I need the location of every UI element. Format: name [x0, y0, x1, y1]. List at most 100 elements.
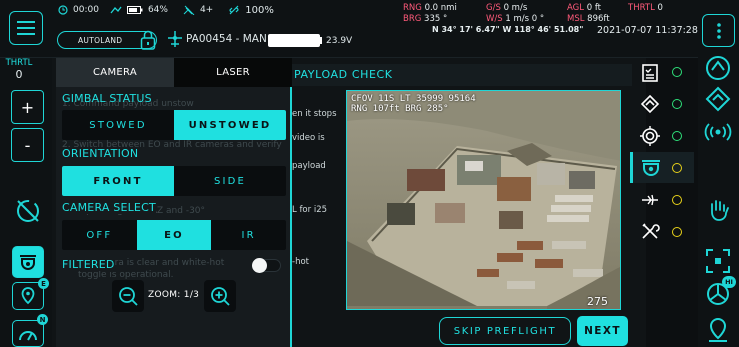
gimbal-status-label: GIMBAL STATUS — [62, 92, 152, 105]
autoland-label: AUTOLAND — [78, 35, 123, 45]
autoland-button[interactable]: AUTOLAND — [57, 29, 158, 51]
instruction-line: payload — [292, 161, 326, 171]
brg-label: BRG — [403, 14, 422, 24]
satellite-icon — [183, 5, 195, 15]
page-title: PAYLOAD CHECK — [294, 68, 393, 81]
laser-burst-icon — [640, 192, 660, 208]
compass-icon[interactable] — [704, 54, 732, 82]
msl-value: 896ft — [587, 14, 610, 24]
voltage-value: 23.9V — [326, 36, 353, 46]
camera-option-ir[interactable]: IR — [211, 220, 286, 250]
telemetry-rng: RNG 0.0 nmi — [403, 3, 457, 13]
tab-camera[interactable]: CAMERA — [56, 58, 174, 87]
gauge-icon — [18, 327, 38, 341]
checklist-item-tools[interactable] — [630, 216, 694, 247]
thrtl-rail-value: 0 — [15, 68, 23, 81]
next-button[interactable]: NEXT — [577, 316, 628, 346]
orientation-option-side[interactable]: SIDE — [174, 166, 286, 196]
thrtl-rail-label: THRTL — [5, 58, 33, 68]
payload-control-panel: CAMERA LASER 1. Command payload unstow G… — [56, 58, 292, 347]
throttle-up-button[interactable]: + — [11, 90, 44, 124]
more-menu-button[interactable] — [702, 14, 735, 47]
check-pending-icon — [672, 195, 682, 205]
lock-icon — [138, 29, 158, 51]
drone-battery-icon — [110, 6, 122, 15]
camera-feed[interactable]: CFOV 11S LT 35999 95164 RNG 107ft BRG 28… — [346, 90, 621, 310]
camera-select-label: CAMERA SELECT — [62, 201, 156, 214]
check-done-icon — [672, 67, 682, 77]
status-row: 00:00 64% 4+ 100% — [58, 4, 274, 16]
telemetry-agl: AGL 0 ft — [567, 3, 601, 13]
camera-option-eo[interactable]: EO — [136, 220, 212, 250]
clock-icon — [58, 5, 68, 15]
location-pin-icon — [20, 286, 36, 306]
target-icon — [640, 126, 660, 146]
voltage-bar-tip — [320, 37, 322, 44]
waypoint-diamond-icon[interactable] — [704, 85, 732, 113]
gimbal-option-stowed[interactable]: STOWED — [62, 110, 174, 140]
broadcast-icon[interactable] — [704, 120, 732, 144]
target-frame-icon[interactable] — [704, 247, 732, 275]
link-value: 100% — [245, 4, 274, 16]
ws-label: W/S — [486, 14, 503, 24]
check-done-icon — [672, 131, 682, 141]
orientation-segmented-control: FRONT SIDE — [62, 166, 286, 196]
clipboard-icon — [640, 62, 660, 82]
sync-off-icon[interactable] — [13, 196, 43, 226]
aircraft-id: PA00454 - MAN — [186, 33, 267, 45]
hamburger-icon — [17, 21, 35, 35]
gs-value: 0 m/s — [503, 3, 528, 13]
agl-value: 0 ft — [586, 3, 601, 13]
skip-preflight-button[interactable]: SKIP PREFLIGHT — [439, 317, 571, 345]
checklist-column — [630, 56, 698, 246]
thrtl-label: THRTL — [628, 3, 655, 13]
tab-laser[interactable]: LASER — [174, 58, 292, 87]
msl-label: MSL — [567, 14, 585, 24]
gimbal-camera-icon — [640, 158, 662, 178]
throttle-down-button[interactable]: - — [11, 128, 44, 162]
menu-button[interactable] — [9, 11, 43, 45]
filtered-label: FILTERED — [62, 258, 115, 271]
gimbal-option-unstowed[interactable]: UNSTOWED — [174, 110, 286, 140]
zoom-out-button[interactable] — [112, 280, 144, 312]
check-pending-icon — [672, 163, 682, 173]
zoom-in-button[interactable] — [204, 280, 236, 312]
aircraft-icon — [166, 30, 184, 48]
map-pin-icon[interactable] — [704, 316, 732, 344]
instruction-line: en it stops — [292, 109, 337, 119]
telemetry-gs: G/S 0 m/s — [486, 3, 527, 13]
camera-segmented-control: OFF EO IR — [62, 220, 286, 250]
checklist-item-document[interactable] — [630, 56, 694, 87]
checklist-item-target[interactable] — [630, 120, 694, 151]
battery-value: 64% — [147, 5, 168, 15]
voltage-bar — [268, 34, 320, 47]
diamond-arrow-icon — [640, 94, 660, 114]
telemetry-brg: BRG 335 ° — [403, 14, 447, 24]
filtered-toggle[interactable] — [252, 258, 281, 273]
instruction-line: video is — [292, 133, 325, 143]
hand-stop-icon[interactable] — [704, 196, 732, 222]
orientation-option-front[interactable]: FRONT — [62, 166, 174, 196]
time-value: 00:00 — [73, 5, 99, 15]
tools-icon — [640, 221, 660, 241]
rng-label: RNG — [403, 3, 422, 13]
filtered-ghost-text-2: toggle is operational. — [78, 270, 174, 280]
badge-e: E — [38, 278, 49, 289]
rng-value: 0.0 nmi — [424, 3, 457, 13]
badge-n: N — [37, 314, 48, 325]
camera-option-off[interactable]: OFF — [62, 220, 137, 250]
hi-badge: HI — [722, 276, 736, 288]
camera-image — [347, 91, 620, 309]
kebab-icon — [716, 22, 721, 39]
thrtl-value: 0 — [657, 3, 663, 13]
checklist-item-waypoint[interactable] — [630, 88, 694, 119]
range-readout: 275 M — [587, 295, 608, 309]
telemetry-msl: MSL 896ft — [567, 14, 610, 24]
checklist-item-payload-active[interactable] — [630, 152, 694, 183]
datetime: 2021-07-07 11:37:28 — [597, 25, 698, 36]
payload-check-header: PAYLOAD CHECK — [292, 64, 632, 86]
checklist-item-laser[interactable] — [630, 184, 694, 215]
link-icon — [228, 4, 240, 16]
camera-overlay-text: CFOV 11S LT 35999 95164 RNG 107ft BRG 28… — [351, 94, 476, 114]
camera-mode-button[interactable] — [12, 246, 44, 278]
